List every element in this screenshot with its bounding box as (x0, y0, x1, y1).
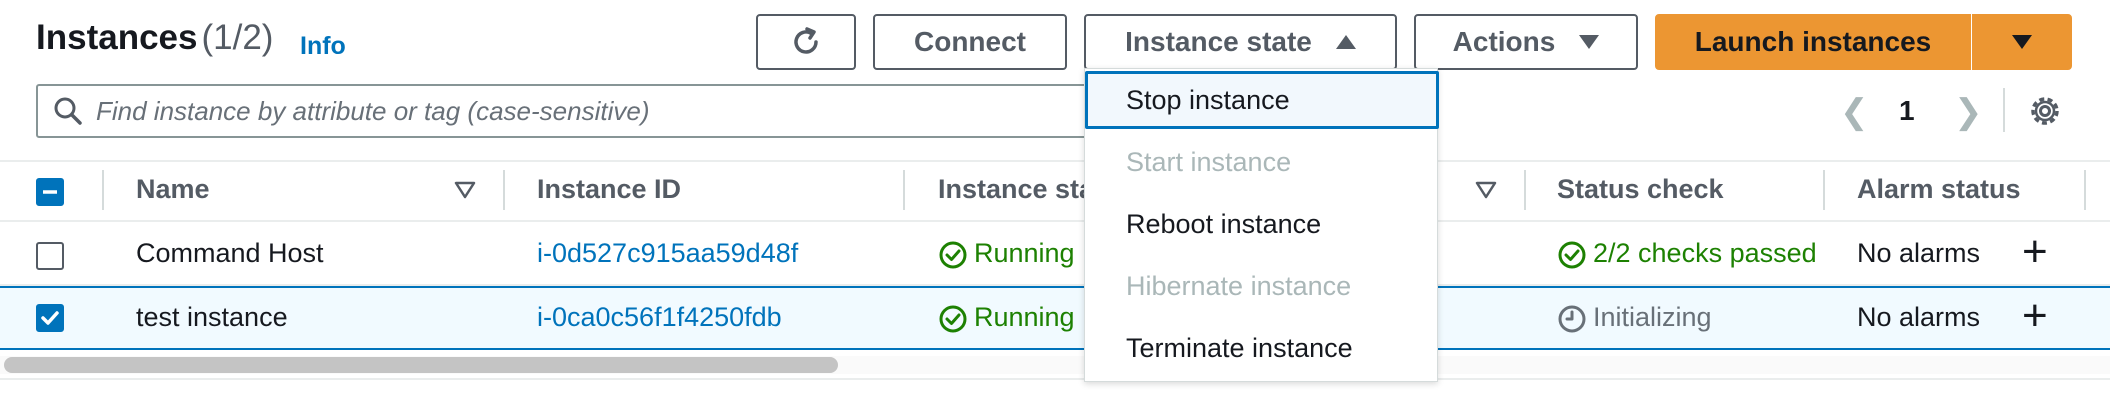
menu-item-stop-instance[interactable]: Stop instance (1085, 71, 1439, 129)
instance-state-menu: Stop instance Start instance Reboot inst… (1084, 68, 1439, 382)
check-circle-icon (939, 305, 967, 333)
status-label: 2/2 checks passed (1593, 238, 1817, 268)
sort-icon[interactable] (454, 181, 476, 199)
search-input[interactable]: Find instance by attribute or tag (case-… (36, 84, 1096, 138)
alarm-status: No alarms (1857, 238, 1981, 268)
connect-button[interactable]: Connect (873, 14, 1067, 70)
actions-button[interactable]: Actions (1414, 14, 1638, 70)
checkmark-icon (41, 311, 59, 325)
refresh-icon (794, 27, 818, 54)
column-header-alarm-status[interactable]: Alarm status (1857, 174, 2021, 205)
caret-down-icon (1579, 35, 1600, 49)
column-header-instance-state[interactable]: Instance sta (938, 174, 1094, 205)
check-circle-icon (1558, 241, 1586, 269)
instance-state-button[interactable]: Instance state (1084, 14, 1397, 70)
status-check: Initializing (1557, 302, 1712, 334)
current-page[interactable]: 1 (1899, 95, 1915, 127)
instance-state: Running (938, 302, 1075, 334)
state-label: Running (974, 238, 1075, 268)
scrollbar-thumb[interactable] (4, 357, 838, 373)
instance-state: Running (938, 238, 1075, 270)
column-divider (503, 170, 505, 210)
caret-down-icon (2012, 35, 2032, 49)
state-label: Running (974, 302, 1075, 332)
menu-item-start-instance: Start instance (1126, 146, 1292, 177)
check-circle-icon (939, 241, 967, 269)
actions-label: Actions (1452, 26, 1556, 57)
status-check: 2/2 checks passed (1557, 238, 1817, 270)
caret-up-icon (1335, 35, 1356, 49)
instance-count: (1/2) (201, 18, 274, 57)
instance-state-label: Instance state (1125, 26, 1312, 57)
gear-icon[interactable] (2026, 92, 2064, 130)
add-alarm-icon[interactable]: + (2022, 294, 2048, 338)
refresh-button[interactable] (756, 14, 856, 70)
clock-icon (1558, 305, 1586, 333)
instance-name: Command Host (136, 238, 324, 268)
row-checkbox[interactable] (36, 242, 64, 270)
column-divider (1823, 170, 1825, 210)
search-icon (54, 97, 82, 125)
select-all-checkbox[interactable] (36, 178, 64, 206)
menu-item-reboot-instance[interactable]: Reboot instance (1085, 195, 1439, 253)
column-divider (903, 170, 905, 210)
sort-icon[interactable] (1475, 181, 1497, 199)
indeterminate-icon (43, 190, 57, 194)
add-alarm-icon[interactable]: + (2022, 230, 2048, 274)
launch-instances-button[interactable]: Launch instances (1655, 14, 1971, 70)
column-divider (102, 170, 104, 210)
menu-item-terminate-instance[interactable]: Terminate instance (1085, 319, 1439, 377)
next-page-icon[interactable]: ❯ (1954, 92, 1983, 132)
instance-name: test instance (136, 302, 288, 332)
instance-id-link[interactable]: i-0d527c915aa59d48f (537, 238, 798, 269)
search-placeholder: Find instance by attribute or tag (case-… (96, 95, 650, 126)
info-link[interactable]: Info (300, 32, 346, 61)
instance-id-link[interactable]: i-0ca0c56f1f4250fdb (537, 302, 782, 333)
column-divider (1524, 170, 1526, 210)
divider (2003, 88, 2005, 132)
status-label: Initializing (1593, 302, 1712, 332)
launch-options-button[interactable] (1972, 14, 2072, 70)
divider (0, 378, 2110, 380)
alarm-status: No alarms (1857, 302, 1981, 332)
page-title: Instances (1/2) (36, 18, 273, 58)
divider (0, 220, 2110, 222)
divider (0, 160, 2110, 162)
row-checkbox[interactable] (36, 304, 64, 332)
column-divider (2084, 170, 2086, 210)
page-title-text: Instances (36, 18, 198, 57)
column-header-instance-id[interactable]: Instance ID (537, 174, 681, 205)
column-header-name[interactable]: Name (136, 174, 210, 205)
column-header-status-check[interactable]: Status check (1557, 174, 1724, 205)
prev-page-icon[interactable]: ❮ (1840, 92, 1869, 132)
menu-item-hibernate-instance: Hibernate instance (1126, 270, 1352, 301)
